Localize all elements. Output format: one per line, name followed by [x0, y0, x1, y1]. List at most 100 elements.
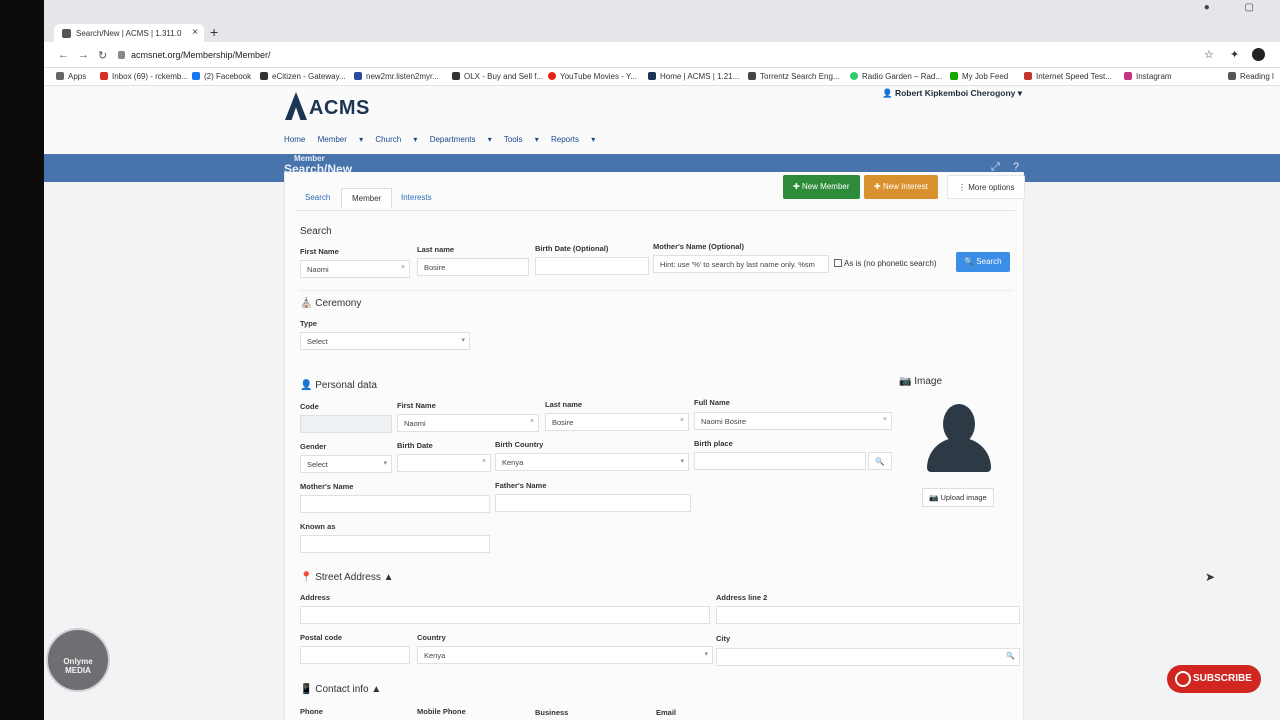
- acms-favicon-icon: [62, 29, 71, 38]
- reload-icon[interactable]: ↻: [98, 49, 107, 62]
- city-label: City: [716, 634, 731, 643]
- main-menu: Home Member ▾ Church ▾ Departments ▾ Too…: [284, 135, 605, 144]
- forward-icon[interactable]: →: [78, 49, 89, 61]
- street-address-heading[interactable]: 📍 Street Address ▲: [300, 572, 394, 583]
- user-menu[interactable]: 👤 Robert Kipkemboi Cherogony ▾: [882, 88, 1022, 99]
- search-first-name-label: First Name: [300, 247, 339, 256]
- upload-image-button[interactable]: 📷 Upload image: [922, 488, 994, 507]
- search-birth-date-input[interactable]: [535, 257, 649, 275]
- postal-code-input[interactable]: [300, 646, 410, 664]
- address-line2-input[interactable]: [716, 606, 1020, 624]
- new-interest-button[interactable]: ✚ New Interest: [864, 175, 938, 199]
- birth-date-label: Birth Date: [397, 441, 433, 450]
- fathers-name-input[interactable]: [495, 494, 691, 512]
- full-name-input[interactable]: Naomi Bosire ×: [694, 412, 892, 430]
- bookmark-olx[interactable]: OLX - Buy and Sell f...: [452, 72, 543, 81]
- bookmark-ecitizen[interactable]: eCitizen - Gateway...: [260, 72, 346, 81]
- search-last-name-label: Last name: [417, 245, 455, 254]
- tab-interests[interactable]: Interests: [391, 188, 442, 207]
- acms-logo-icon: [285, 92, 307, 120]
- menu-church[interactable]: Church ▾: [375, 135, 417, 144]
- gender-label: Gender: [300, 442, 327, 451]
- gender-select[interactable]: Select ▾: [300, 455, 392, 473]
- menu-departments[interactable]: Departments ▾: [430, 135, 492, 144]
- new-tab-icon[interactable]: +: [210, 24, 218, 40]
- menu-reports[interactable]: Reports ▾: [551, 135, 595, 144]
- mothers-name-input[interactable]: [300, 495, 490, 513]
- acms-logo[interactable]: ACMS: [285, 92, 370, 120]
- first-name-input[interactable]: Naomi ×: [397, 414, 539, 432]
- bookmark-speed-test[interactable]: Internet Speed Test...: [1024, 72, 1112, 81]
- ceremony-type-select[interactable]: Select ▾: [300, 332, 470, 350]
- contact-info-heading[interactable]: 📱 Contact info ▲: [300, 684, 381, 695]
- mobile-phone-label: Mobile Phone: [417, 707, 466, 716]
- new-member-button[interactable]: ✚ New Member: [783, 175, 860, 199]
- postal-code-label: Postal code: [300, 633, 343, 642]
- bookmark-torrentz[interactable]: Torrentz Search Eng...: [748, 72, 840, 81]
- code-label: Code: [300, 402, 319, 411]
- phone-label: Phone: [300, 707, 323, 716]
- birth-place-input[interactable]: [694, 452, 866, 470]
- fathers-name-label: Father's Name: [495, 481, 547, 490]
- birth-date-input[interactable]: ×: [397, 454, 491, 472]
- search-button[interactable]: 🔍 Search: [956, 252, 1010, 272]
- close-tab-icon[interactable]: ×: [192, 27, 198, 38]
- member-panel: Search Member Interests ✚ New Member ✚ N…: [284, 172, 1026, 720]
- address-input[interactable]: [300, 606, 710, 624]
- search-last-name-input[interactable]: Bosire: [417, 258, 529, 276]
- browser-tab[interactable]: Search/New | ACMS | 1.311.0 ×: [54, 24, 204, 44]
- tab-member[interactable]: Member: [341, 188, 393, 208]
- tab-search[interactable]: Search: [295, 188, 340, 207]
- bookmark-reading-list[interactable]: Reading l: [1228, 72, 1274, 81]
- code-input[interactable]: [300, 415, 392, 433]
- back-icon[interactable]: ←: [58, 49, 69, 61]
- search-mother-input[interactable]: Hint: use '%' to search by last name onl…: [653, 255, 829, 273]
- image-heading: 📷 Image: [899, 376, 943, 387]
- address-bar: ← → ↻ acmsnet.org/Membership/Member/ ☆ ✦: [44, 42, 1280, 68]
- menu-home[interactable]: Home: [284, 135, 305, 144]
- mouse-cursor-icon: ➤: [1205, 570, 1216, 584]
- ceremony-type-label: Type: [300, 319, 317, 328]
- bookmark-listen2myradio[interactable]: new2mr.listen2myr...: [354, 72, 439, 81]
- extensions-icon[interactable]: ✦: [1230, 48, 1239, 61]
- bookmark-radio-garden[interactable]: Radio Garden – Rad...: [850, 72, 942, 81]
- ceremony-heading: ⛪ Ceremony: [300, 298, 362, 309]
- tab-bar: Search/New | ACMS | 1.311.0 × + ● ▢: [44, 0, 1280, 44]
- bookmark-apps[interactable]: Apps: [56, 72, 86, 81]
- star-icon[interactable]: ☆: [1204, 48, 1214, 61]
- first-name-label: First Name: [397, 401, 436, 410]
- url-field[interactable]: acmsnet.org/Membership/Member/: [118, 50, 271, 60]
- last-name-input[interactable]: Bosire ×: [545, 413, 689, 431]
- bookmark-facebook[interactable]: (2) Facebook: [192, 72, 251, 81]
- country-select[interactable]: Kenya ▾: [417, 646, 713, 664]
- address-line2-label: Address line 2: [716, 593, 768, 602]
- profile-avatar[interactable]: [1252, 48, 1265, 61]
- email-label: Email: [656, 708, 677, 717]
- avatar-placeholder-icon: [927, 402, 991, 472]
- subscribe-button[interactable]: SUBSCRIBE: [1167, 665, 1261, 693]
- address-label: Address: [300, 593, 331, 602]
- known-as-input[interactable]: [300, 535, 490, 553]
- search-first-name-input[interactable]: Naomi ×: [300, 260, 410, 278]
- bookmark-instagram[interactable]: Instagram: [1124, 72, 1172, 81]
- known-as-label: Known as: [300, 522, 336, 531]
- menu-member[interactable]: Member ▾: [318, 135, 364, 144]
- full-name-label: Full Name: [694, 398, 730, 407]
- bookmark-job-feed[interactable]: My Job Feed: [950, 72, 1008, 81]
- bookmark-acms[interactable]: Home | ACMS | 1.21...: [648, 72, 739, 81]
- search-heading: Search: [300, 226, 332, 237]
- mothers-name-label: Mother's Name: [300, 482, 354, 491]
- search-icon[interactable]: 🔍: [868, 452, 892, 470]
- as-is-checkbox[interactable]: As is (no phonetic search): [834, 259, 937, 268]
- birth-country-select[interactable]: Kenya ▾: [495, 453, 689, 471]
- last-name-label: Last name: [545, 400, 583, 409]
- bookmark-gmail[interactable]: Inbox (69) - rckemb...: [100, 72, 188, 81]
- more-options-button[interactable]: ⋮ More options: [947, 175, 1026, 199]
- window-controls[interactable]: ● ▢: [1204, 2, 1270, 13]
- search-birth-date-label: Birth Date (Optional): [535, 244, 609, 253]
- bookmark-youtube[interactable]: YouTube Movies - Y...: [548, 72, 637, 81]
- city-input[interactable]: 🔍: [716, 648, 1020, 666]
- channel-watermark: Onlyme MEDIA: [46, 628, 110, 692]
- menu-tools[interactable]: Tools ▾: [504, 135, 539, 144]
- browser-window: Search/New | ACMS | 1.311.0 × + ● ▢ ← → …: [44, 0, 1280, 720]
